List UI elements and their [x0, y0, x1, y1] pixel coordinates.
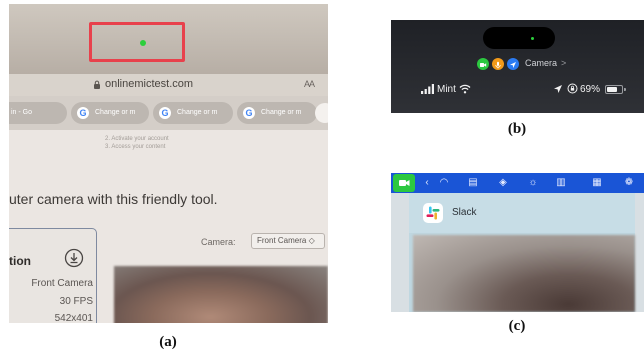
step-list: 2. Activate your account 3. Access your …: [105, 135, 169, 151]
google-icon: G: [159, 107, 171, 119]
cube-icon[interactable]: ◈: [495, 175, 511, 191]
battery-icon: [605, 85, 623, 94]
dynamic-island: [483, 27, 555, 49]
step-item: 2. Activate your account: [105, 136, 169, 142]
panel-c-macos-menu-bar: ‹ ◠ ▤ ◈ ☼ ▥ ▦ ❁ Slack: [391, 173, 644, 312]
lock-icon: [94, 80, 100, 89]
wifi-icon: [459, 84, 471, 94]
tab-item[interactable]: in - Go: [9, 102, 67, 124]
caption-c: (c): [508, 318, 526, 334]
camera-name-value: Front Camera: [31, 278, 93, 289]
chevron-right-icon: >: [561, 58, 567, 68]
location-arrow-icon: [554, 85, 562, 93]
panel-a-safari-screenshot: onlinemictest.com AA in - Go G Change or…: [9, 4, 328, 323]
tab-item[interactable]: G Change or m: [153, 102, 233, 124]
slack-icon: [423, 203, 443, 223]
chevron-left-icon[interactable]: ‹: [419, 175, 435, 191]
battery-level: [607, 87, 617, 92]
cpu-monitor-icon[interactable]: ▥: [553, 175, 569, 191]
tab-label: in - Go: [11, 109, 33, 116]
settings-icon[interactable]: ❁: [621, 175, 637, 191]
indicator-label: Camera: [525, 58, 558, 68]
page-headline: uter camera with this friendly tool.: [9, 191, 218, 207]
tab-item[interactable]: G Change or m: [237, 102, 317, 124]
camera-indicator-dot: [531, 37, 534, 40]
step-item: 3. Access your content: [105, 144, 166, 150]
tab-label: Change or m: [177, 109, 218, 116]
camera-preview: [413, 235, 635, 312]
fps-value: 30 FPS: [59, 296, 93, 307]
card-title: tion: [9, 254, 31, 268]
battery-nub: [624, 88, 626, 91]
brightness-icon[interactable]: ☼: [525, 175, 541, 191]
battery-percentage: 69%: [580, 84, 601, 95]
camera-info-card: [9, 228, 97, 323]
memory-monitor-icon[interactable]: ▦: [589, 175, 605, 191]
camera-in-use-icon[interactable]: [393, 174, 415, 192]
url-text[interactable]: onlinemictest.com: [105, 78, 193, 90]
facetime-icon: [477, 58, 489, 70]
camera-preview: [114, 266, 328, 323]
carrier-name: Mint: [437, 84, 456, 95]
camera-indicator-dot: [140, 40, 146, 46]
tab-more-button[interactable]: [315, 103, 328, 123]
caption-a: (a): [159, 334, 177, 350]
microphone-icon: [492, 58, 504, 70]
app-name: Slack: [452, 207, 477, 218]
panel-b-iphone-status-bar: Camera > Mint 69%: [391, 20, 644, 113]
highlight-box: [89, 22, 185, 62]
resolution-value: 542x401: [54, 313, 93, 323]
rotation-lock-icon: [567, 83, 578, 94]
location-icon: [507, 58, 519, 70]
signal-strength-icon: [421, 84, 434, 94]
camera-select[interactable]: Front Camera ◇: [251, 233, 325, 249]
tab-label: Change or m: [95, 109, 136, 116]
google-icon: G: [77, 107, 89, 119]
download-icon[interactable]: [64, 248, 84, 268]
camera-select-label: Camera:: [201, 237, 236, 247]
google-icon: G: [243, 107, 255, 119]
tab-label: Change or m: [261, 109, 302, 116]
keyboard-icon[interactable]: ▤: [465, 175, 481, 191]
text-size-button[interactable]: AA: [304, 79, 315, 89]
tab-item[interactable]: G Change or m: [71, 102, 149, 124]
caption-b: (b): [507, 121, 527, 137]
cup-icon[interactable]: ◠: [436, 175, 452, 191]
